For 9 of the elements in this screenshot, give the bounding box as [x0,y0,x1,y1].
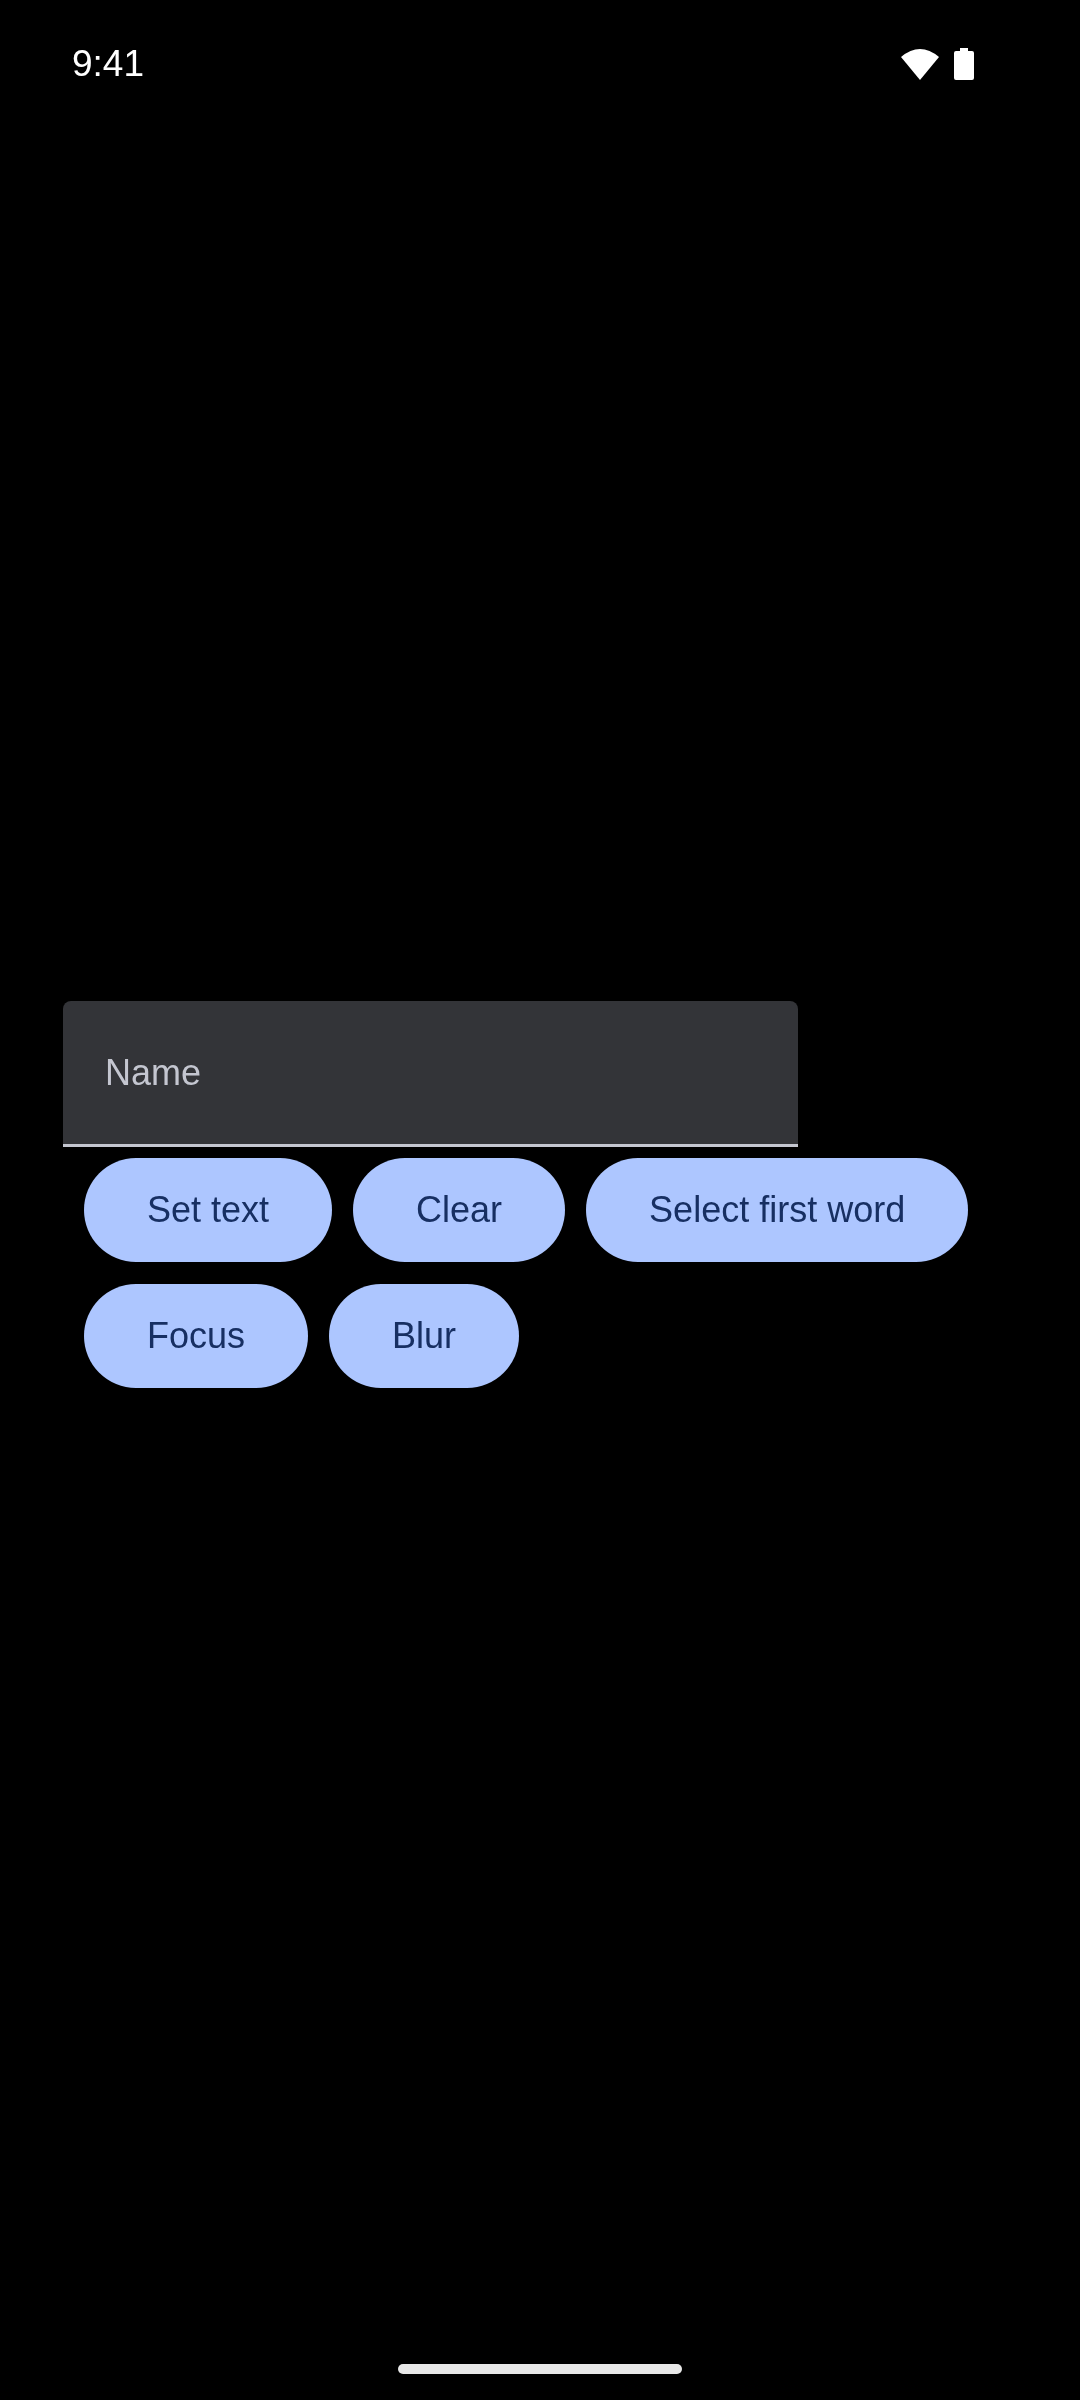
wifi-icon [901,48,939,80]
action-button[interactable]: Select first word [586,1158,969,1262]
action-button[interactable]: Blur [329,1284,520,1388]
action-button[interactable]: Set text [84,1158,333,1262]
text-field[interactable]: Name [63,1001,798,1147]
status-time: 9:41 [72,42,144,86]
action-button[interactable]: Focus [84,1284,309,1388]
battery-icon [954,48,974,80]
action-button[interactable]: Clear [353,1158,566,1262]
